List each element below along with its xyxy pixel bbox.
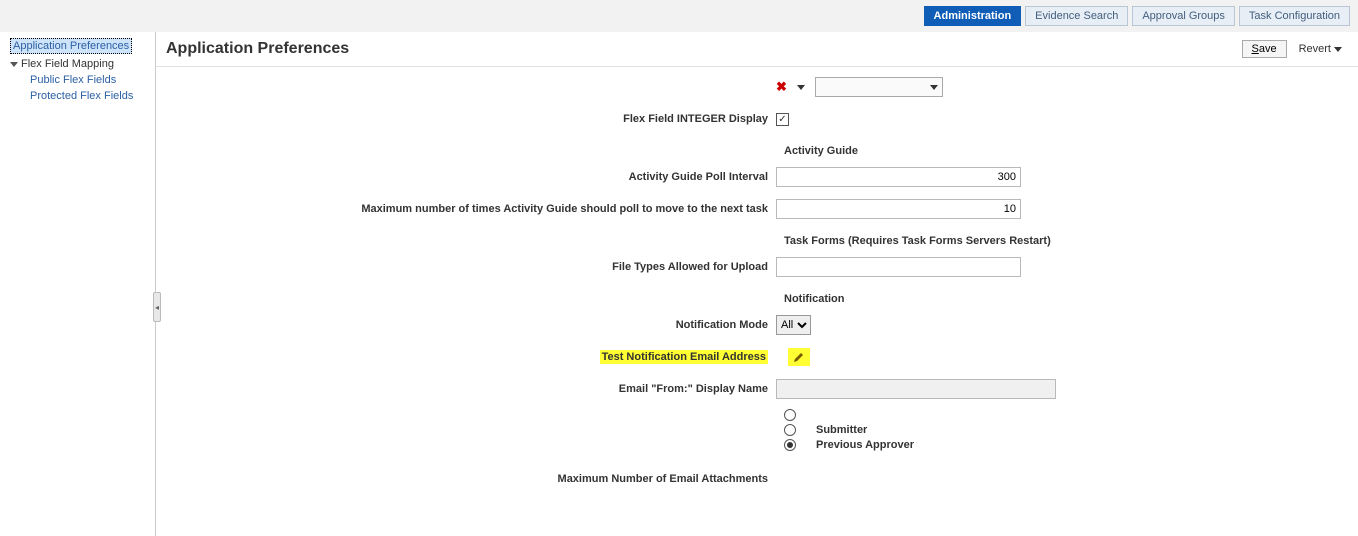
poll-interval-label: Activity Guide Poll Interval <box>176 171 776 183</box>
max-poll-input[interactable] <box>776 199 1021 219</box>
sidebar: Application Preferences Flex Field Mappi… <box>0 32 156 536</box>
pencil-icon <box>793 351 805 363</box>
section-task-forms: Task Forms (Requires Task Forms Servers … <box>784 235 1338 247</box>
caret-down-icon[interactable] <box>797 85 805 90</box>
max-attachments-label: Maximum Number of Email Attachments <box>176 473 776 485</box>
tree-toggle-icon[interactable] <box>10 62 18 67</box>
save-button[interactable]: Save <box>1242 40 1287 58</box>
sidebar-item-protected-flex[interactable]: Protected Flex Fields <box>30 90 133 102</box>
remove-icon[interactable]: ✖ <box>776 79 787 95</box>
email-from-radio-previous[interactable] <box>784 439 796 451</box>
radio-label-submitter: Submitter <box>816 424 867 436</box>
poll-interval-input[interactable] <box>776 167 1021 187</box>
chevron-down-icon <box>930 85 938 90</box>
sidebar-item-app-preferences[interactable]: Application Preferences <box>10 38 132 54</box>
chevron-down-icon <box>1334 47 1342 52</box>
test-email-label: Test Notification Email Address <box>600 350 768 364</box>
flex-int-display-label: Flex Field INTEGER Display <box>176 113 776 125</box>
sidebar-item-public-flex[interactable]: Public Flex Fields <box>30 74 116 86</box>
section-notification: Notification <box>784 293 1338 305</box>
dropdown-select[interactable] <box>815 77 943 97</box>
notification-mode-select[interactable]: All <box>776 315 811 335</box>
radio-label-previous: Previous Approver <box>816 439 914 451</box>
email-from-label: Email "From:" Display Name <box>176 383 776 395</box>
revert-menu[interactable]: Revert <box>1293 41 1348 57</box>
email-from-radio-submitter[interactable] <box>784 424 796 436</box>
form-scroll-area[interactable]: ✖ Flex Field INTEGER Display ✓ Activity … <box>156 67 1358 536</box>
flex-int-display-checkbox[interactable]: ✓ <box>776 113 789 126</box>
content-header: Application Preferences Save Revert <box>156 32 1358 67</box>
tab-administration[interactable]: Administration <box>924 6 1022 26</box>
email-from-input <box>776 379 1056 399</box>
tab-evidence-search[interactable]: Evidence Search <box>1025 6 1128 26</box>
email-from-radio-blank[interactable] <box>784 409 796 421</box>
notification-mode-label: Notification Mode <box>176 319 776 331</box>
file-types-label: File Types Allowed for Upload <box>176 261 776 273</box>
sidebar-item-flex-mapping[interactable]: Flex Field Mapping <box>21 58 114 70</box>
file-types-input[interactable] <box>776 257 1021 277</box>
page-title: Application Preferences <box>166 40 349 58</box>
top-tab-bar: Administration Evidence Search Approval … <box>0 0 1358 32</box>
edit-test-email-button[interactable] <box>788 348 810 366</box>
max-poll-label: Maximum number of times Activity Guide s… <box>176 203 776 215</box>
tab-approval-groups[interactable]: Approval Groups <box>1132 6 1235 26</box>
section-activity-guide: Activity Guide <box>784 145 1338 157</box>
tab-task-configuration[interactable]: Task Configuration <box>1239 6 1350 26</box>
